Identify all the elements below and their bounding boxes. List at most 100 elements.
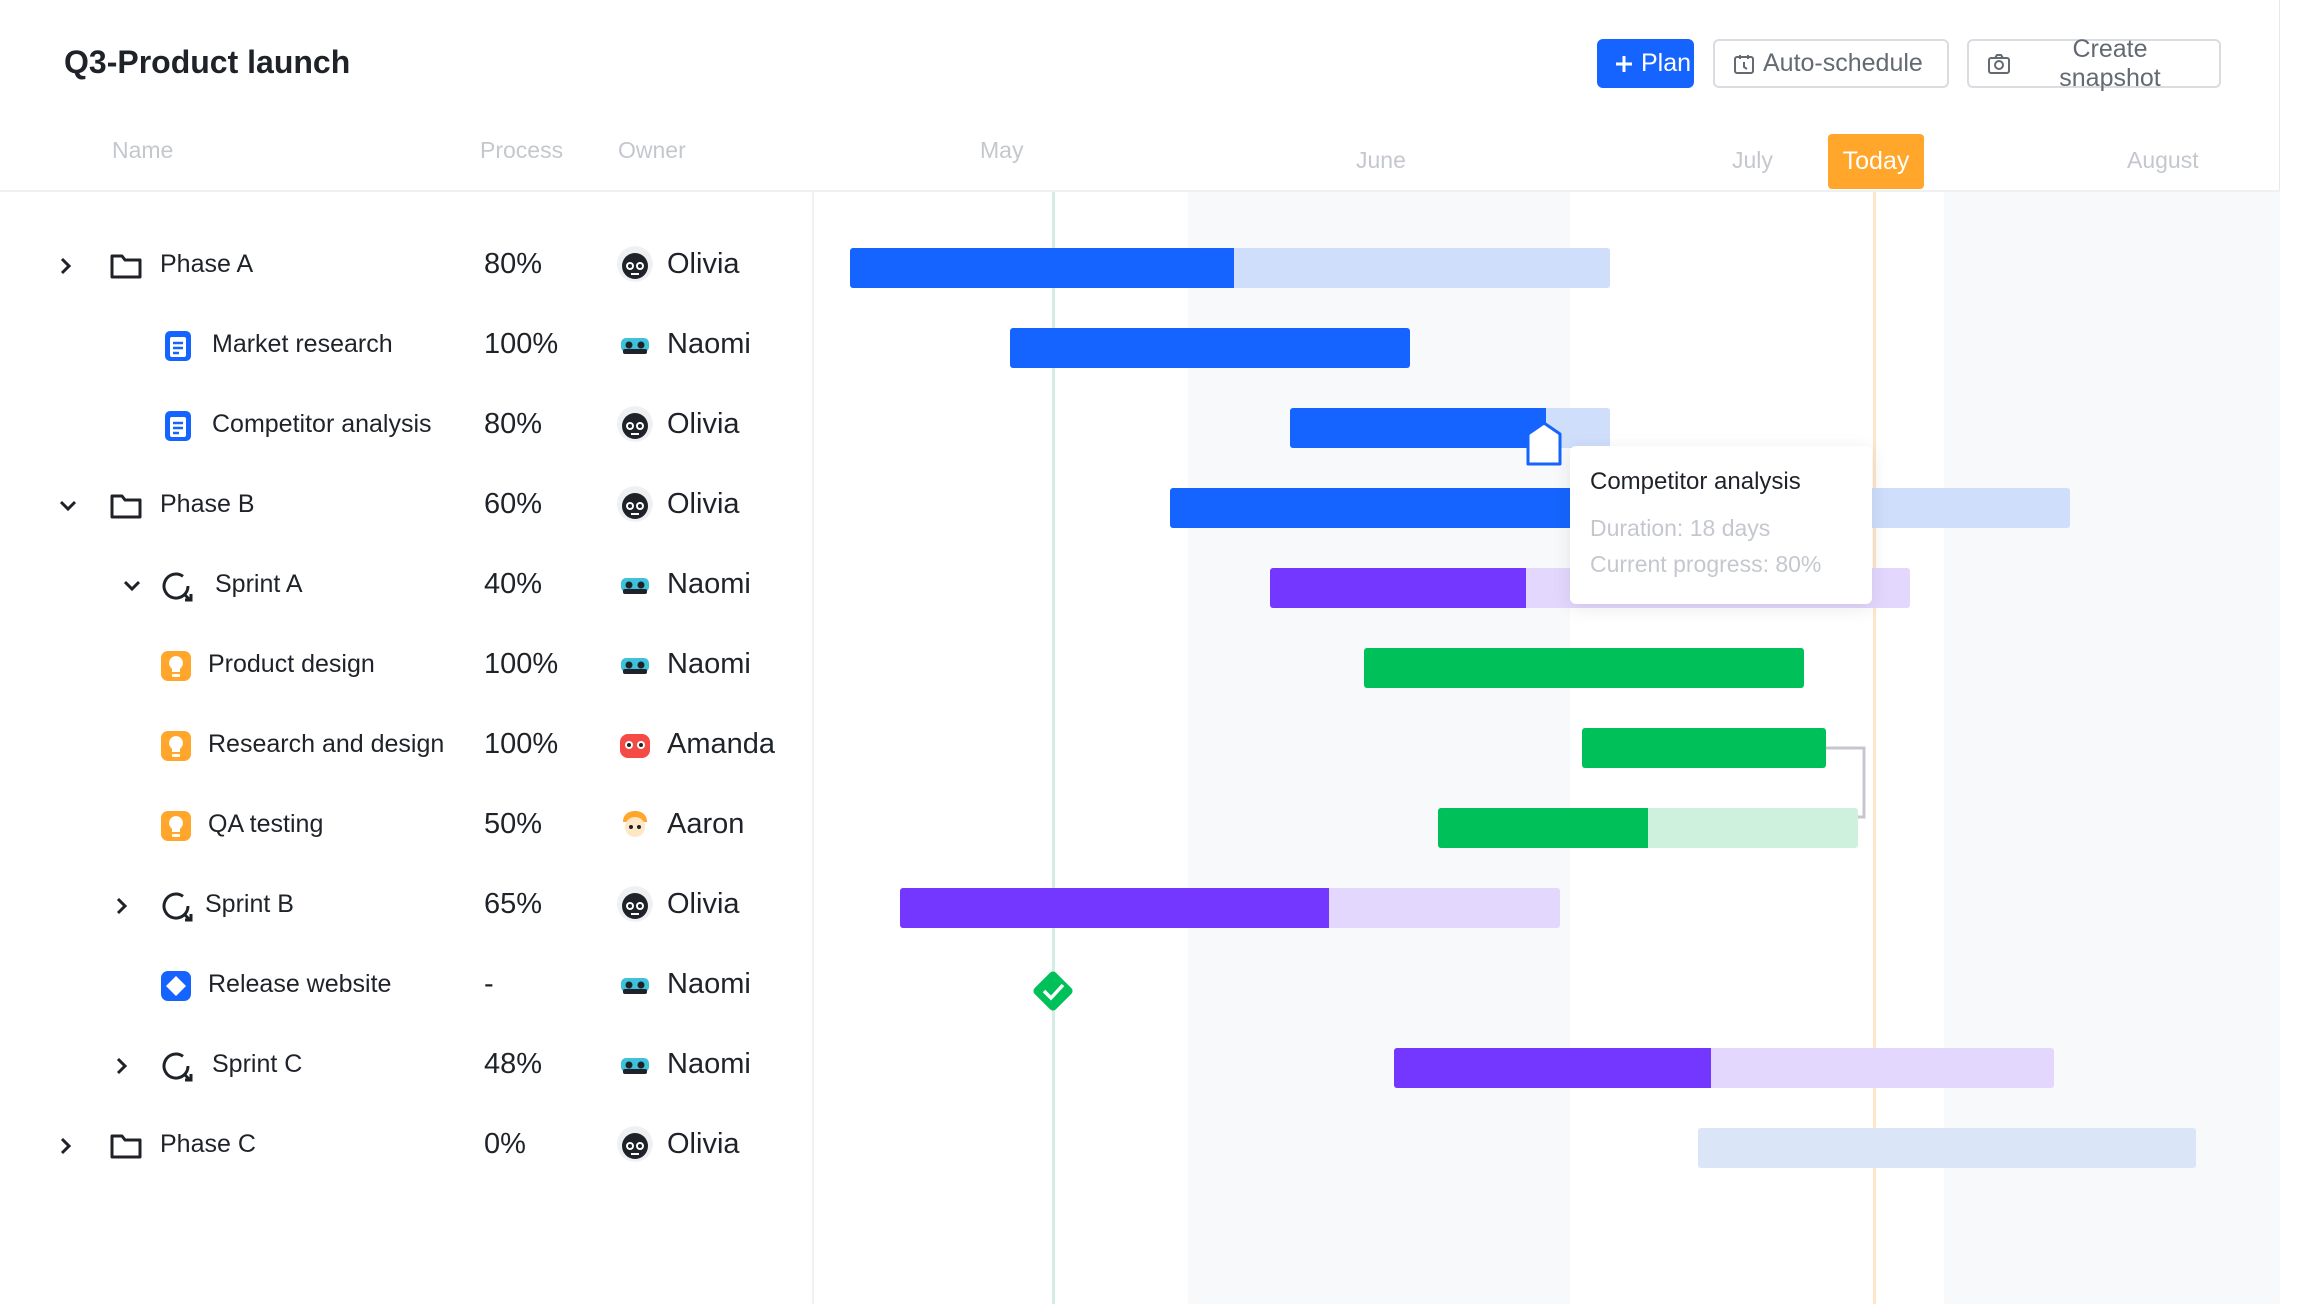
task-owner[interactable]: Naomi [617, 1046, 751, 1082]
task-name: Sprint C [212, 1050, 303, 1078]
chevron-right-icon[interactable] [108, 892, 136, 920]
gantt-bar-research-and-design[interactable] [1582, 728, 1826, 768]
month-label-august: August [2127, 147, 2199, 173]
gantt-chart-area[interactable] [814, 192, 2280, 1304]
task-process: 50% [484, 808, 543, 840]
tooltip-progress: Current progress: 80% [1590, 551, 1822, 577]
gantt-bar-qa-testing[interactable] [1438, 808, 1858, 848]
task-row-market-research[interactable]: Market research 100% Naomi [0, 306, 812, 386]
task-row-qa-testing[interactable]: QA testing 50% Aaron [0, 786, 812, 866]
task-owner[interactable]: Naomi [617, 966, 751, 1002]
task-owner[interactable]: Naomi [617, 646, 751, 682]
task-name: Competitor analysis [212, 410, 432, 438]
owner-name: Amanda [667, 727, 776, 760]
column-header-name[interactable]: Name [112, 137, 173, 164]
gantt-bar-sprint-b[interactable] [900, 888, 1560, 928]
task-owner[interactable]: Olivia [617, 406, 740, 442]
create-snapshot-button[interactable]: Create snapshot [1967, 35, 2221, 92]
avatar-olivia [617, 246, 653, 282]
auto-schedule-button[interactable]: Auto-schedule [1713, 39, 1949, 88]
owner-name: Naomi [667, 567, 751, 600]
milestone-diamond-icon[interactable] [1028, 966, 1078, 1016]
task-owner[interactable]: Olivia [617, 246, 740, 282]
task-process: 65% [484, 888, 543, 920]
avatar-olivia [617, 886, 653, 922]
task-process: 48% [484, 1048, 543, 1080]
gantt-bar-product-design[interactable] [1364, 648, 1804, 688]
task-row-product-design[interactable]: Product design 100% Naomi [0, 626, 812, 706]
avatar-naomi [617, 566, 653, 602]
today-marker-chip[interactable]: Today [1828, 134, 1924, 189]
owner-name: Naomi [667, 967, 751, 1000]
gantt-bar-phase-c[interactable] [1698, 1128, 2196, 1168]
avatar-olivia [617, 406, 653, 442]
task-owner[interactable]: Olivia [617, 886, 740, 922]
task-row-release-website[interactable]: Release website - Naomi [0, 946, 812, 1026]
task-row-research-and-design[interactable]: Research and design 100% Amanda [0, 706, 812, 786]
task-name: Phase A [160, 250, 254, 278]
task-process: - [484, 968, 494, 1000]
avatar-naomi [617, 966, 653, 1002]
task-row-sprint-c[interactable]: Sprint C 48% Naomi [0, 1026, 812, 1106]
task-row-sprint-a[interactable]: Sprint A 40% Naomi [0, 546, 812, 626]
owner-name: Olivia [667, 247, 740, 280]
month-label-june: June [1356, 147, 1406, 173]
month-label-may: May [980, 137, 1024, 163]
chevron-right-icon[interactable] [108, 1052, 136, 1080]
task-process: 100% [484, 648, 559, 680]
task-row-phase-c[interactable]: Phase C 0% Olivia [0, 1106, 812, 1186]
chevron-right-icon[interactable] [52, 252, 80, 280]
avatar-aaron [617, 806, 653, 842]
task-name: Product design [208, 650, 375, 678]
task-owner[interactable]: Naomi [617, 326, 751, 362]
auto-schedule-label: Auto-schedule [1763, 49, 1923, 77]
task-row-phase-b[interactable]: Phase B 60% Olivia [0, 466, 812, 546]
gantt-bar-phase-a[interactable] [850, 248, 1610, 288]
task-process: 80% [484, 408, 543, 440]
avatar-olivia [617, 486, 653, 522]
owner-name: Aaron [667, 807, 745, 840]
document-icon [160, 328, 196, 364]
chevron-down-icon[interactable] [118, 572, 146, 600]
task-process: 60% [484, 488, 543, 520]
lightbulb-icon [158, 728, 194, 764]
avatar-olivia [617, 1126, 653, 1162]
task-process: 0% [484, 1128, 526, 1160]
task-owner[interactable]: Naomi [617, 566, 751, 602]
owner-name: Naomi [667, 327, 751, 360]
task-row-phase-a[interactable]: Phase A 80% Olivia [0, 226, 812, 306]
task-tooltip: Competitor analysis Duration: 18 days Cu… [1570, 446, 1872, 604]
task-owner[interactable]: Amanda [617, 726, 775, 762]
sprint-cycle-icon [158, 1048, 194, 1084]
avatar-amanda [617, 726, 653, 762]
bar-progress [1270, 568, 1526, 608]
owner-name: Naomi [667, 647, 751, 680]
folder-icon [108, 488, 144, 524]
column-header-process[interactable]: Process [480, 137, 563, 164]
task-process: 80% [484, 248, 543, 280]
owner-name: Olivia [667, 887, 740, 920]
plan-button[interactable]: Plan [1597, 39, 1694, 88]
task-row-sprint-b[interactable]: Sprint B 65% Olivia [0, 866, 812, 946]
bar-progress [1394, 1048, 1711, 1088]
create-snapshot-label: Create snapshot [2059, 34, 2161, 92]
gantt-bar-sprint-c[interactable] [1394, 1048, 2054, 1088]
bar-progress [1438, 808, 1648, 848]
progress-drag-handle[interactable] [1524, 420, 1564, 468]
task-owner[interactable]: Olivia [617, 486, 740, 522]
chevron-right-icon[interactable] [52, 1132, 80, 1160]
sprint-cycle-icon [158, 888, 194, 924]
task-owner[interactable]: Aaron [617, 806, 744, 842]
task-owner[interactable]: Olivia [617, 1126, 740, 1162]
avatar-naomi [617, 646, 653, 682]
gantt-bar-market-research[interactable] [1010, 328, 1410, 368]
owner-name: Olivia [667, 487, 740, 520]
task-process: 40% [484, 568, 543, 600]
plus-icon [1616, 55, 1632, 72]
page-title: Q3-Product launch [64, 44, 351, 80]
lightbulb-icon [158, 648, 194, 684]
task-row-competitor-analysis[interactable]: Competitor analysis 80% Olivia [0, 386, 812, 466]
column-header-owner[interactable]: Owner [618, 137, 686, 164]
plan-label: Plan [1641, 49, 1692, 77]
chevron-down-icon[interactable] [54, 492, 82, 520]
